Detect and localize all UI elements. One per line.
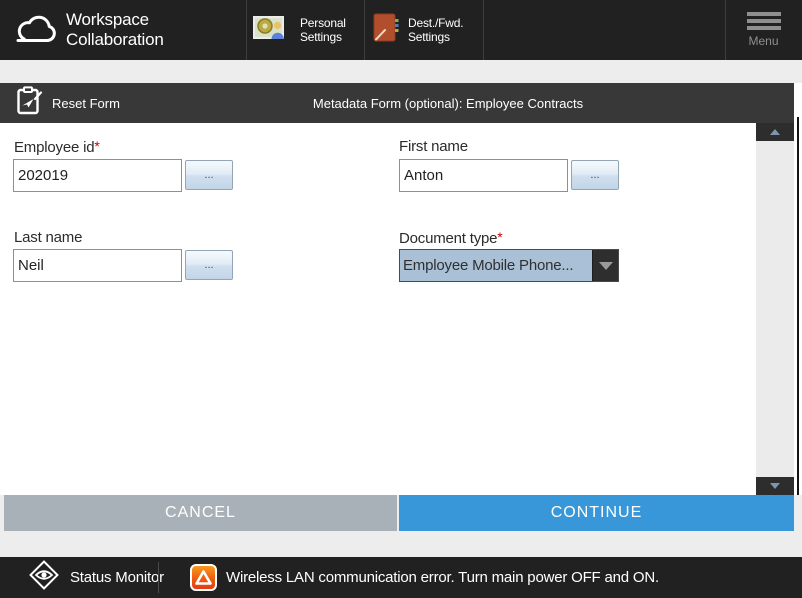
- app-logo: Workspace Collaboration: [0, 0, 246, 60]
- status-monitor-label: Status Monitor: [70, 569, 164, 586]
- reset-form-button[interactable]: Reset Form: [16, 83, 120, 123]
- form-header-bar: Reset Form Metadata Form (optional): Emp…: [0, 83, 794, 123]
- first-name-label: First name: [399, 138, 468, 155]
- last-name-browse-button[interactable]: ...: [185, 250, 233, 280]
- menu-icon: [747, 12, 781, 30]
- topbar-separator: [246, 0, 247, 60]
- app-title: Workspace Collaboration: [66, 10, 164, 50]
- dest-fwd-settings-button[interactable]: Dest./Fwd. Settings: [372, 0, 463, 60]
- footer-action-bar: CANCEL CONTINUE: [0, 495, 802, 531]
- cancel-button[interactable]: CANCEL: [4, 495, 397, 531]
- personal-settings-button[interactable]: Personal Settings: [252, 0, 346, 60]
- vertical-scrollbar[interactable]: [756, 123, 794, 495]
- reset-form-label: Reset Form: [52, 96, 120, 111]
- reset-form-icon: [16, 86, 43, 120]
- address-book-icon: [372, 12, 400, 49]
- scroll-down-button[interactable]: [756, 477, 794, 495]
- first-name-browse-button[interactable]: ...: [571, 160, 619, 190]
- scroll-down-icon: [770, 483, 780, 489]
- menu-label: Menu: [748, 34, 778, 48]
- form-title: Metadata Form (optional): Employee Contr…: [313, 83, 583, 123]
- spacer-strip-bottom: [0, 531, 802, 557]
- cloud-icon: [14, 13, 62, 47]
- dropdown-arrow-button[interactable]: [592, 250, 618, 281]
- menu-button[interactable]: Menu: [725, 0, 802, 60]
- personal-settings-icon: [252, 12, 292, 49]
- scroll-up-icon: [770, 129, 780, 135]
- required-marker: *: [94, 138, 99, 154]
- status-monitor-button[interactable]: Status Monitor: [28, 557, 164, 598]
- document-type-dropdown[interactable]: Employee Mobile Phone...: [399, 249, 619, 282]
- scroll-up-button[interactable]: [756, 123, 794, 141]
- chevron-down-icon: [599, 262, 613, 270]
- alert-message: Wireless LAN communication error. Turn m…: [226, 557, 659, 598]
- topbar-separator: [483, 0, 484, 60]
- required-marker: *: [497, 229, 502, 245]
- warning-icon: [190, 564, 217, 591]
- document-type-value: Employee Mobile Phone...: [400, 250, 592, 281]
- topbar-separator: [364, 0, 365, 60]
- employee-id-label: Employee id*: [14, 138, 100, 156]
- employee-id-browse-button[interactable]: ...: [185, 160, 233, 190]
- first-name-input[interactable]: [399, 159, 568, 192]
- personal-settings-label: Personal Settings: [300, 16, 346, 45]
- last-name-input[interactable]: [13, 249, 182, 282]
- dest-fwd-settings-label: Dest./Fwd. Settings: [408, 16, 463, 45]
- status-monitor-icon: [28, 560, 60, 595]
- employee-id-input[interactable]: [13, 159, 182, 192]
- status-bar: Status Monitor Wireless LAN communicatio…: [0, 557, 802, 598]
- device-screen: Workspace Collaboration Personal Setting…: [0, 0, 802, 598]
- spacer-strip-top: [0, 60, 802, 83]
- screen-edge-line: [797, 117, 799, 557]
- statusbar-separator: [158, 562, 159, 593]
- last-name-label: Last name: [14, 229, 82, 246]
- continue-button[interactable]: CONTINUE: [399, 495, 794, 531]
- top-bar: Workspace Collaboration Personal Setting…: [0, 0, 802, 60]
- document-type-label: Document type*: [399, 229, 503, 247]
